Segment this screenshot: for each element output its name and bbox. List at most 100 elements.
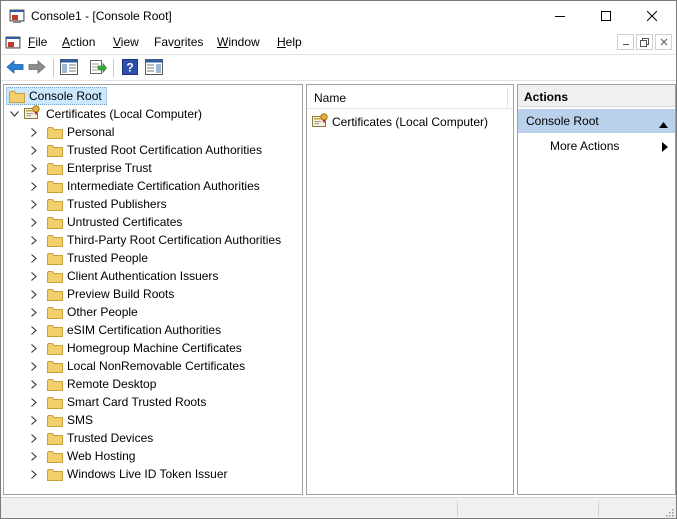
results-pane[interactable]: Name Certificates (Local Computer) xyxy=(306,84,514,495)
menu-help-mnemonic: H xyxy=(277,35,286,49)
chevron-right-icon[interactable] xyxy=(29,397,39,407)
chevron-right-icon[interactable] xyxy=(29,451,39,461)
menu-view-mnemonic: V xyxy=(113,35,121,49)
mdi-restore-button[interactable] xyxy=(636,34,653,50)
chevron-right-icon[interactable] xyxy=(29,163,39,173)
mdi-minimize-button[interactable] xyxy=(617,34,634,50)
menu-favorites[interactable]: Favorites xyxy=(154,35,203,49)
menu-help[interactable]: Help xyxy=(277,35,302,49)
list-item[interactable]: Certificates (Local Computer) xyxy=(312,113,488,131)
mmc-app-icon[interactable] xyxy=(9,8,25,24)
tree-node-certificate-store[interactable]: Untrusted Certificates xyxy=(29,213,182,231)
tree-node-certificate-store[interactable]: SMS xyxy=(29,411,93,429)
tree-node-label: Windows Live ID Token Issuer xyxy=(67,467,228,481)
menu-file-rest: ile xyxy=(35,35,48,49)
tree-node-label: Certificates (Local Computer) xyxy=(46,107,203,121)
minimize-button[interactable] xyxy=(537,1,583,31)
list-item-label: Certificates (Local Computer) xyxy=(332,115,489,129)
export-list-button[interactable] xyxy=(87,58,109,78)
resize-grip-icon[interactable] xyxy=(664,506,674,517)
help-icon: ? xyxy=(122,58,138,78)
tree-node-certificate-store[interactable]: Trusted Root Certification Authorities xyxy=(29,141,262,159)
chevron-right-icon[interactable] xyxy=(29,379,39,389)
column-divider[interactable] xyxy=(507,87,508,107)
chevron-right-icon[interactable] xyxy=(29,145,39,155)
chevron-right-icon[interactable] xyxy=(29,253,39,263)
actions-section-console-root[interactable]: Console Root xyxy=(518,109,675,133)
name-column-header[interactable]: Name xyxy=(307,85,513,109)
menu-action[interactable]: Action xyxy=(62,35,95,49)
folder-icon xyxy=(47,288,63,301)
more-actions-label: More Actions xyxy=(550,139,620,153)
collapse-up-icon[interactable] xyxy=(659,117,668,131)
folder-icon xyxy=(47,306,63,319)
svg-text:?: ? xyxy=(126,60,133,74)
back-button[interactable] xyxy=(4,58,26,78)
chevron-right-icon[interactable] xyxy=(29,235,39,245)
tree-node-certificate-store[interactable]: Third-Party Root Certification Authoriti… xyxy=(29,231,281,249)
folder-icon xyxy=(47,324,63,337)
tree-node-certificate-store[interactable]: Remote Desktop xyxy=(29,375,156,393)
chevron-right-icon[interactable] xyxy=(29,127,39,137)
chevron-right-icon[interactable] xyxy=(29,433,39,443)
tree-node-console-root[interactable]: Console Root xyxy=(6,87,107,105)
menu-file[interactable]: File xyxy=(28,35,47,49)
menu-view[interactable]: View xyxy=(113,35,139,49)
tree-node-certificate-store[interactable]: Web Hosting xyxy=(29,447,135,465)
chevron-right-icon[interactable] xyxy=(29,271,39,281)
tree-node-certificate-store[interactable]: Smart Card Trusted Roots xyxy=(29,393,206,411)
tree-node-label: eSIM Certification Authorities xyxy=(67,323,222,337)
tree-node-certificate-store[interactable]: Local NonRemovable Certificates xyxy=(29,357,245,375)
forward-button[interactable] xyxy=(26,58,48,78)
menu-favorites-mnemonic: o xyxy=(174,35,181,49)
help-button[interactable]: ? xyxy=(119,58,141,78)
tree-node-certificate-store[interactable]: Homegroup Machine Certificates xyxy=(29,339,242,357)
chevron-right-icon[interactable] xyxy=(29,415,39,425)
chevron-right-icon[interactable] xyxy=(29,469,39,479)
chevron-right-icon[interactable] xyxy=(29,343,39,353)
tree-node-certificate-store[interactable]: Windows Live ID Token Issuer xyxy=(29,465,228,483)
title-bar[interactable]: Console1 - [Console Root] xyxy=(1,1,676,32)
tree-node-certificate-store[interactable]: Client Authentication Issuers xyxy=(29,267,218,285)
maximize-button[interactable] xyxy=(583,1,629,31)
chevron-right-icon[interactable] xyxy=(29,307,39,317)
mmc-window: Console1 - [Console Root] File Action Vi… xyxy=(0,0,677,519)
tree-node-certificate-store[interactable]: Preview Build Roots xyxy=(29,285,174,303)
chevron-down-icon[interactable] xyxy=(9,109,19,119)
chevron-right-icon[interactable] xyxy=(29,289,39,299)
folder-icon xyxy=(47,414,63,427)
chevron-right-icon[interactable] xyxy=(29,199,39,209)
chevron-right-icon[interactable] xyxy=(29,181,39,191)
tree-node-certificate-store[interactable]: Intermediate Certification Authorities xyxy=(29,177,260,195)
show-hide-action-pane-button[interactable] xyxy=(143,58,165,78)
mdi-close-button[interactable] xyxy=(655,34,672,50)
status-segment xyxy=(598,501,599,516)
tree-node-certificate-store[interactable]: Trusted Devices xyxy=(29,429,153,447)
tree-node-certificate-store[interactable]: eSIM Certification Authorities xyxy=(29,321,221,339)
tree-node-certificate-store[interactable]: Trusted Publishers xyxy=(29,195,167,213)
status-segment xyxy=(457,501,458,516)
chevron-right-icon[interactable] xyxy=(29,325,39,335)
chevron-right-icon[interactable] xyxy=(29,361,39,371)
tree-node-label: Personal xyxy=(67,125,115,139)
tree-node-certificate-store[interactable]: Trusted People xyxy=(29,249,148,267)
actions-section-label: Console Root xyxy=(526,114,599,128)
tree-node-label: Console Root xyxy=(29,89,102,103)
tree-node-certificate-store[interactable]: Other People xyxy=(29,303,138,321)
chevron-right-icon[interactable] xyxy=(29,217,39,227)
tree-node-certificate-store[interactable]: Personal xyxy=(29,123,114,141)
folder-icon xyxy=(47,126,63,139)
folder-icon xyxy=(47,198,63,211)
tree-node-label: Preview Build Roots xyxy=(67,287,175,301)
console-tree-pane[interactable]: Console Root Certificates (Local Compute… xyxy=(3,84,303,495)
more-actions-item[interactable]: More Actions xyxy=(518,135,675,157)
show-hide-console-tree-button[interactable] xyxy=(58,58,80,78)
tree-node-label: Enterprise Trust xyxy=(67,161,152,175)
menu-window[interactable]: Window xyxy=(217,35,260,49)
actions-title: Actions xyxy=(524,90,569,104)
console-system-menu-icon[interactable] xyxy=(4,34,22,52)
tree-node-certificate-store[interactable]: Enterprise Trust xyxy=(29,159,152,177)
tree-node-certificates-local-computer[interactable]: Certificates (Local Computer) xyxy=(9,105,202,123)
close-button[interactable] xyxy=(629,1,675,31)
tree-node-label: Homegroup Machine Certificates xyxy=(67,341,242,355)
